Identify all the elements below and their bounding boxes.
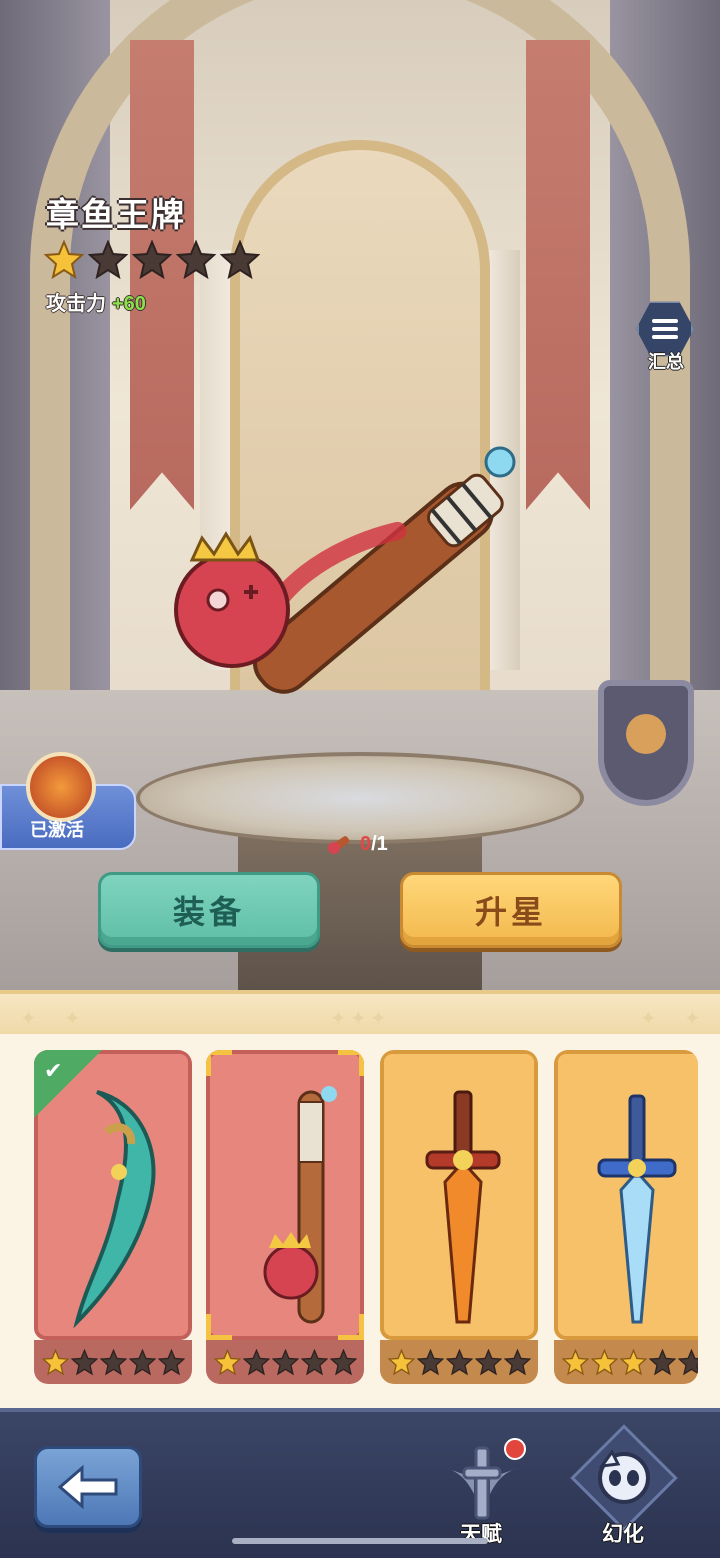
star-empty-icon: [301, 1348, 328, 1375]
weapon-card-teal-scythe[interactable]: ✔: [34, 1050, 192, 1384]
card-face: [380, 1050, 538, 1340]
summary-button[interactable]: 汇总: [636, 300, 696, 374]
fragment-needed: /1: [371, 832, 388, 855]
arrow-left-icon: [57, 1464, 118, 1510]
activated-badge[interactable]: 已激活: [0, 752, 136, 852]
card-stars: [380, 1340, 538, 1384]
card-stars: [554, 1340, 698, 1384]
weapon-fragment-icon: [328, 836, 350, 854]
octopus-bat-icon: [263, 1086, 337, 1324]
equip-button[interactable]: 装备: [98, 872, 320, 948]
home-indicator: [232, 1538, 488, 1544]
star-empty-icon: [100, 1348, 127, 1375]
selection-corner: [206, 1314, 232, 1340]
star-filled-icon: [591, 1348, 618, 1375]
star-empty-icon: [504, 1348, 531, 1375]
flame-sword-icon: [425, 1090, 501, 1324]
star-filled-icon: [214, 1348, 241, 1375]
selection-corner: [338, 1314, 364, 1340]
sparkle-icon: ✦: [64, 1008, 81, 1030]
card-face: [554, 1050, 698, 1340]
summary-label: 汇总: [648, 352, 684, 372]
bottom-nav: 天赋 幻化: [0, 1408, 720, 1558]
attack-stat-bonus: +60: [112, 293, 146, 315]
ice-sword-icon: [597, 1094, 677, 1324]
fragment-have: 0: [360, 832, 372, 855]
activated-label: 已激活: [30, 820, 84, 840]
weapon-card-flame-sword[interactable]: [380, 1050, 538, 1384]
star-filled-icon: [562, 1348, 589, 1375]
fragment-counter: 0/1: [326, 830, 388, 858]
octopus-emblem-icon: [26, 752, 96, 822]
armory-scene: 章鱼王牌 攻击力 +60 汇总 已激活 0/1 装备 升星: [0, 0, 720, 1010]
nav-illusion[interactable]: 幻化: [568, 1424, 678, 1552]
star-up-button[interactable]: 升星: [400, 872, 622, 948]
attack-stat: 攻击力 +60: [46, 287, 146, 316]
attack-stat-label: 攻击力: [46, 293, 106, 315]
sparkle-icon: ✦: [640, 1008, 657, 1030]
star-filled-icon: [388, 1348, 415, 1375]
star-empty-icon: [678, 1348, 698, 1375]
star-filled-icon: [42, 1348, 69, 1375]
star-empty-icon: [417, 1348, 444, 1375]
selection-corner: [206, 1050, 232, 1076]
card-stars: [34, 1340, 192, 1384]
sparkle-icon: ✦: [330, 1008, 347, 1030]
card-stars: [206, 1340, 364, 1384]
star-empty-icon: [88, 240, 128, 280]
star-empty-icon: [158, 1348, 185, 1375]
card-face: [206, 1050, 364, 1340]
star-empty-icon: [71, 1348, 98, 1375]
star-empty-icon: [220, 240, 260, 280]
star-empty-icon: [243, 1348, 270, 1375]
panel-header: ✦ ✦ ✦ ✦ ✦ ✦ ✦: [0, 990, 720, 1034]
checkmark-icon: ✔: [44, 1058, 63, 1083]
weapon-card-ice-sword[interactable]: [554, 1050, 698, 1384]
notification-dot: [504, 1438, 526, 1460]
nav-talent[interactable]: 天赋: [426, 1432, 536, 1552]
back-button[interactable]: [34, 1446, 142, 1528]
star-empty-icon: [176, 240, 216, 280]
selection-corner: [338, 1050, 364, 1076]
weapon-star-rating: [44, 240, 260, 280]
sparkle-icon: ✦: [684, 1008, 701, 1030]
star-empty-icon: [132, 240, 172, 280]
sparkle-icon: ✦: [370, 1008, 387, 1030]
star-empty-icon: [129, 1348, 156, 1375]
star-empty-icon: [649, 1348, 676, 1375]
shield-decoration: [598, 680, 694, 806]
weapon-name: 章鱼王牌: [46, 196, 186, 233]
octopus-bat-illustration: [174, 446, 516, 694]
sparkle-icon: ✦: [350, 1008, 367, 1030]
star-filled-icon: [620, 1348, 647, 1375]
sparkle-icon: ✦: [20, 1008, 37, 1030]
star-empty-icon: [475, 1348, 502, 1375]
weapon-card-octopus-bat[interactable]: [206, 1050, 364, 1384]
star-filled-icon: [44, 240, 84, 280]
star-empty-icon: [446, 1348, 473, 1375]
star-empty-icon: [272, 1348, 299, 1375]
spirit-face-icon: [598, 1449, 650, 1504]
star-empty-icon: [330, 1348, 357, 1375]
nav-illusion-label: 幻化: [602, 1523, 644, 1546]
